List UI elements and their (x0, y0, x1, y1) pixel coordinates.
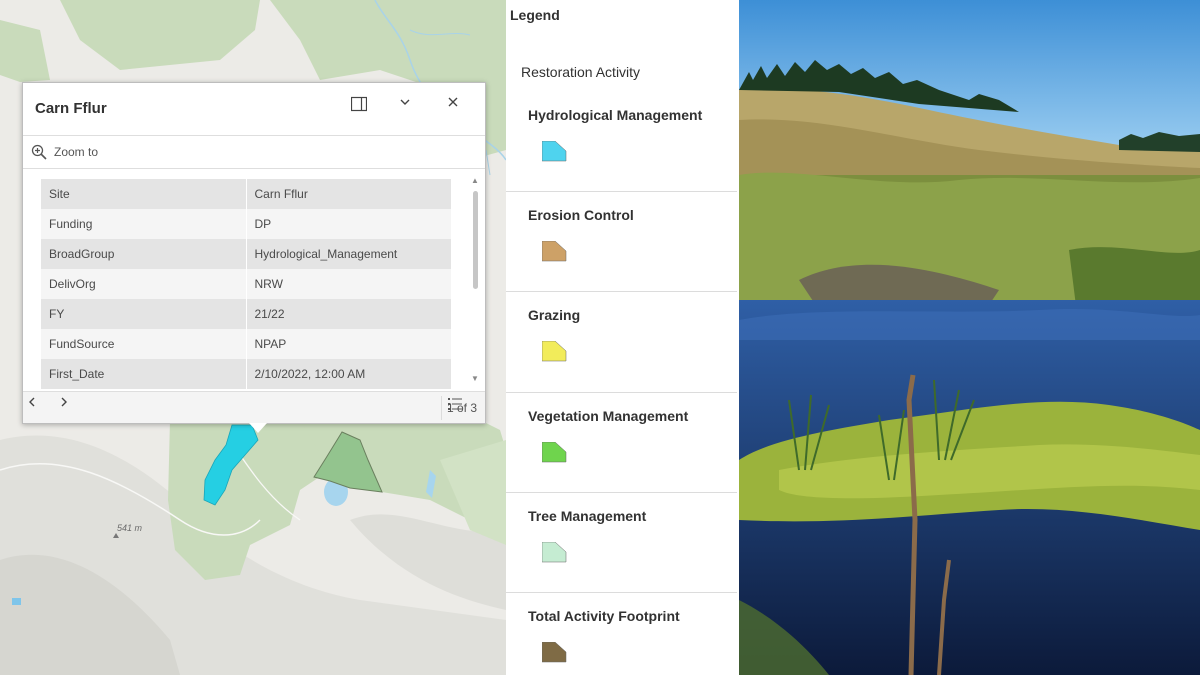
scroll-up-icon[interactable]: ▲ (470, 177, 480, 185)
divider (440, 396, 442, 420)
site-photo (739, 0, 1200, 675)
attribute-value: 21/22 (254, 307, 285, 321)
attribute-value: Hydrological_Management (254, 247, 398, 261)
table-row: FY 21/22 (41, 299, 451, 329)
scrollbar[interactable]: ▲ ▼ (470, 177, 480, 383)
attribute-key: First_Date (41, 359, 247, 389)
chevron-down-icon (400, 99, 410, 105)
feature-popup[interactable]: Carn Fflur Zoom to Site Carn Fflur Fundin… (22, 82, 486, 433)
table-row: Funding DP (41, 209, 451, 239)
legend-swatch (542, 341, 567, 362)
feature-pager[interactable]: 1 of 3 (440, 396, 477, 420)
divider (506, 492, 737, 493)
peatland-pool-image (739, 0, 1200, 675)
close-button[interactable] (447, 96, 473, 122)
popup-footer: 1 of 3 (23, 391, 485, 423)
scrollbar-thumb[interactable] (473, 191, 478, 289)
legend-swatch (542, 141, 567, 162)
legend-item-label: Hydrological Management (528, 107, 703, 123)
attribute-key: BroadGroup (41, 239, 247, 269)
legend-item-label: Erosion Control (528, 207, 634, 223)
popup-pointer (249, 423, 267, 433)
attribute-key: Funding (41, 209, 247, 239)
legend-title: Legend (510, 7, 560, 23)
popup-content[interactable]: Site Carn Fflur Funding DP BroadGroup Hydro… (23, 169, 485, 391)
attribute-key: Site (41, 179, 247, 209)
dock-icon (351, 96, 367, 112)
zoom-to-label: Zoom to (54, 145, 99, 159)
previous-feature-button[interactable] (27, 396, 51, 420)
list-icon (447, 398, 462, 410)
legend-swatch (542, 442, 567, 463)
chevron-left-icon (29, 397, 35, 407)
divider (506, 291, 737, 292)
attribute-key: DelivOrg (41, 269, 247, 299)
legend-swatch (542, 241, 567, 262)
collapse-button[interactable] (399, 96, 425, 122)
attribute-key: FundSource (41, 329, 247, 359)
divider (506, 191, 737, 192)
popup-header: Carn Fflur (23, 83, 485, 136)
table-row: First_Date 2/10/2022, 12:00 AM (41, 359, 451, 389)
attribute-value: NRW (254, 277, 283, 291)
map-view[interactable]: 541 m Carn Fflur Zoom to Site Carn Fflur … (0, 0, 506, 675)
table-row: FundSource NPAP (41, 329, 451, 359)
legend-item-label: Grazing (528, 307, 581, 323)
close-icon (448, 97, 458, 107)
legend-panel: Legend Restoration Activity Hydrological… (506, 0, 739, 675)
legend-swatch (542, 542, 567, 563)
legend-layer-title: Restoration Activity (521, 64, 641, 80)
zoom-to-action[interactable]: Zoom to (23, 136, 485, 169)
legend-swatch (542, 642, 567, 663)
attribute-value: Carn Fflur (254, 187, 308, 201)
divider (506, 592, 737, 593)
scroll-down-icon[interactable]: ▼ (470, 375, 480, 383)
attribute-value: NPAP (254, 337, 287, 351)
dock-button[interactable] (351, 96, 377, 122)
legend-item-label: Vegetation Management (528, 408, 689, 424)
attribute-value: 2/10/2022, 12:00 AM (254, 367, 366, 381)
table-row: DelivOrg NRW (41, 269, 451, 299)
attribute-key: FY (41, 299, 247, 329)
zoom-in-icon (31, 144, 47, 160)
legend-item-label: Total Activity Footprint (528, 608, 680, 624)
popup-title: Carn Fflur (35, 100, 107, 117)
attribute-table: Site Carn Fflur Funding DP BroadGroup Hydro… (41, 179, 451, 389)
next-feature-button[interactable] (59, 396, 83, 420)
table-row: BroadGroup Hydrological_Management (41, 239, 451, 269)
table-row: Site Carn Fflur (41, 179, 451, 209)
chevron-right-icon (61, 397, 67, 407)
divider (506, 392, 737, 393)
legend-item-label: Tree Management (528, 508, 647, 524)
attribute-value: DP (254, 217, 272, 231)
elevation-label: 541 m (117, 523, 143, 533)
